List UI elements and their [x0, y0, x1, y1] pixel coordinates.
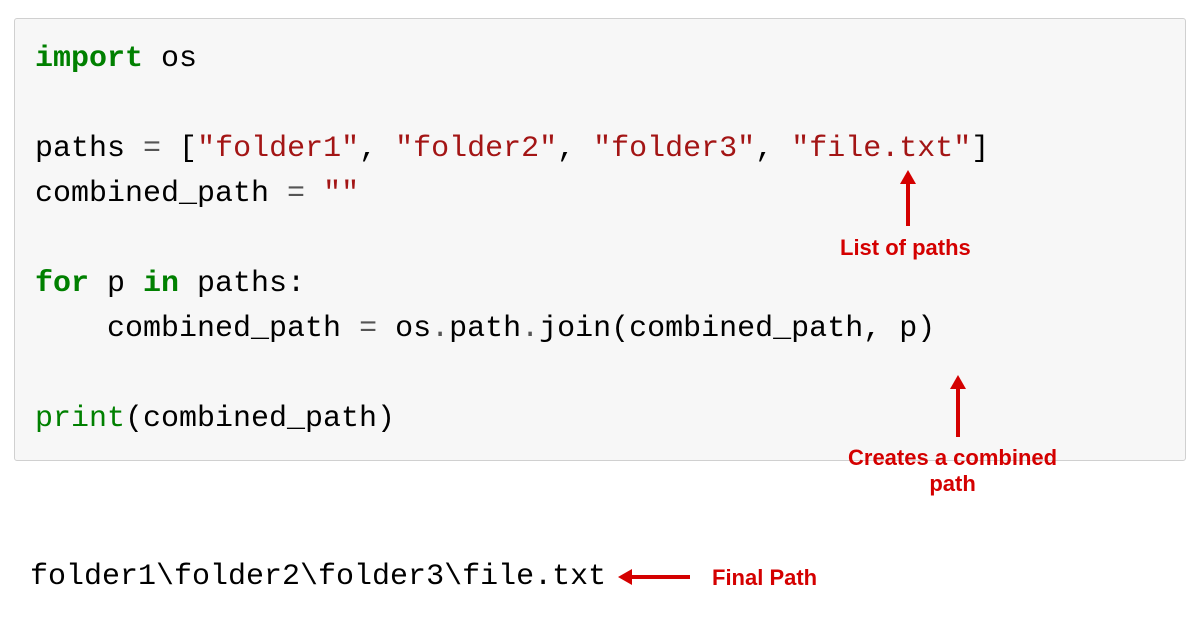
- comma: ,: [755, 132, 791, 166]
- comma: ,: [359, 132, 395, 166]
- space: [305, 177, 323, 211]
- var-paths: paths: [35, 132, 143, 166]
- func-print: print: [35, 402, 125, 436]
- arrow-up-icon: [946, 375, 970, 440]
- dot: .: [431, 312, 449, 346]
- path-attr: path: [449, 312, 521, 346]
- keyword-for: for: [35, 267, 89, 301]
- bracket-close: ]: [971, 132, 989, 166]
- os-ref: os: [377, 312, 431, 346]
- loop-var: p: [89, 267, 143, 301]
- code-block: import os paths = ["folder1", "folder2",…: [14, 18, 1186, 461]
- annotation-list-paths: List of paths: [840, 235, 971, 261]
- keyword-in: in: [143, 267, 179, 301]
- indent-assign: combined_path: [35, 312, 359, 346]
- dot: .: [521, 312, 539, 346]
- print-args: (combined_path): [125, 402, 395, 436]
- arrow-left-icon: [618, 565, 693, 589]
- arrow-up-icon: [896, 170, 920, 230]
- join-call: join(combined_path, p): [539, 312, 935, 346]
- comma: ,: [557, 132, 593, 166]
- string-folder1: "folder1": [197, 132, 359, 166]
- op-eq: =: [287, 177, 305, 211]
- string-filetxt: "file.txt": [791, 132, 971, 166]
- annotation-combined-path: Creates a combined path: [848, 445, 1057, 497]
- module-os: os: [143, 42, 197, 76]
- string-folder3: "folder3": [593, 132, 755, 166]
- output-text: folder1\folder2\folder3\file.txt: [30, 560, 606, 594]
- loop-iter: paths:: [179, 267, 305, 301]
- op-eq: =: [359, 312, 377, 346]
- op-eq: =: [143, 132, 161, 166]
- annotation-final-path: Final Path: [712, 565, 817, 591]
- string-folder2: "folder2": [395, 132, 557, 166]
- keyword-import: import: [35, 42, 143, 76]
- var-combined-path: combined_path: [35, 177, 287, 211]
- bracket-open: [: [161, 132, 197, 166]
- string-empty: "": [323, 177, 359, 211]
